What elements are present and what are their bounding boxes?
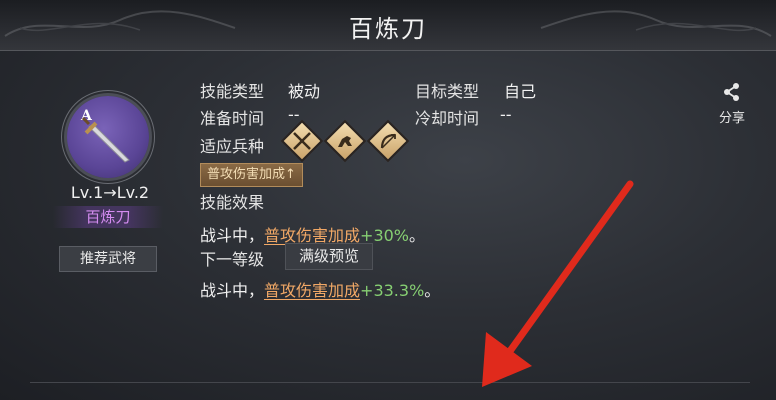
annotation-arrow-icon: [482, 180, 634, 387]
